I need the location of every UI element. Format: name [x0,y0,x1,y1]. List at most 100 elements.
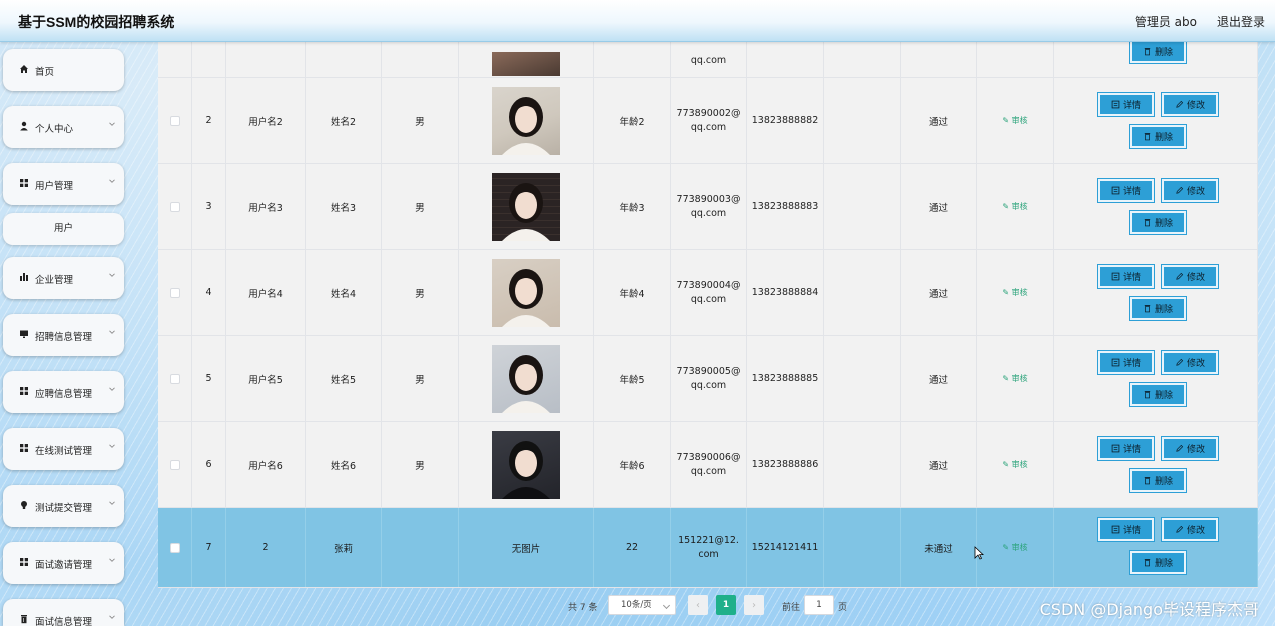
detail-label: 详情 [1122,445,1141,455]
table-row[interactable]: 3 用户名3 姓名3 男 年龄3 773890003@qq.com 13823888883 通… [158,164,1258,250]
pencil-icon: ✎ [1002,374,1012,383]
empty-cell [824,422,901,507]
sidebar-item-3[interactable]: 企业管理 [3,257,124,299]
phone-text: 13823888884 [751,287,819,298]
sidebar-item-0[interactable]: 首页 [3,49,124,91]
sidebar-item-9[interactable]: 面试信息管理 [3,599,124,626]
pencil-icon: ✎ [1002,202,1012,211]
trash-icon [19,614,29,624]
username-text: 2 [262,542,269,553]
gender-cell: 男 [382,164,459,249]
detail-button[interactable]: 详情 [1097,264,1155,289]
edit-button[interactable]: 修改 [1161,178,1219,203]
username-cell: 用户名5 [226,336,306,421]
page-size-select[interactable]: 10条/页 [608,595,676,615]
delete-button[interactable]: 删除 [1129,382,1187,407]
sidebar-item-6[interactable]: 在线测试管理 [3,428,124,470]
audit-link[interactable]: ✎ 审核 [1002,459,1027,470]
table-row[interactable]: 2 用户名2 姓名2 男 年龄2 773890002@qq.com 13823888882 通… [158,78,1258,164]
sidebar-item-label: 用户管理 [35,181,74,192]
goto-page-input[interactable]: 1 [804,595,834,615]
audit-link[interactable]: ✎ 审核 [1002,373,1027,384]
gender-text: 男 [415,460,425,472]
age-cell: 年龄4 [594,250,671,335]
sidebar-item-1[interactable]: 个人中心 [3,106,124,148]
actions-cell: 详情 修改删除 [1054,508,1258,587]
pencil-icon [1176,100,1184,108]
audit-link[interactable]: ✎ 审核 [1002,115,1027,126]
row-checkbox[interactable] [169,115,180,126]
row-checkbox[interactable] [169,459,180,470]
user-photo [492,86,560,155]
delete-label: 删除 [1154,48,1173,58]
prev-page-button[interactable]: ‹ [688,595,708,615]
table-cell [977,42,1054,77]
age-text: 22 [625,542,639,553]
delete-button[interactable]: 删除 [1129,468,1187,493]
pencil-icon: ✎ [1002,543,1012,552]
next-page-button[interactable]: › [744,595,764,615]
delete-button[interactable]: 删除 [1129,210,1187,235]
edit-label: 修改 [1186,187,1205,197]
audit-link[interactable]: ✎ 审核 [1002,201,1027,212]
row-checkbox[interactable] [169,287,180,298]
username-text: 用户名2 [248,116,283,128]
sidebar-item-5[interactable]: 应聘信息管理 [3,371,124,413]
sidebar: 首页 个人中心 用户管理 企业管理 招聘信息管理 应聘信息管理 在线测试管理 测试提交管理 面试… [0,42,130,626]
user-photo [492,172,560,241]
edit-label: 修改 [1186,445,1205,455]
detail-button[interactable]: 详情 [1097,178,1155,203]
document-icon [1111,272,1120,281]
row-actions: 详情 修改删除 [1054,422,1257,507]
edit-button[interactable]: 修改 [1161,436,1219,461]
detail-button[interactable]: 详情 [1097,350,1155,375]
pencil-icon: ✎ [1002,116,1012,125]
table-row[interactable]: 4 用户名4 姓名4 男 年龄4 773890004@qq.com 13823888884 通… [158,250,1258,336]
age-text: 年龄6 [619,460,645,472]
username-text: 用户名3 [248,202,283,214]
detail-button[interactable]: 详情 [1097,517,1155,542]
audit-label: 审核 [1011,543,1028,552]
goto-label: 前往 [782,603,801,613]
delete-button[interactable]: 删除 [1129,296,1187,321]
audit-link[interactable]: ✎ 审核 [1002,542,1027,553]
chevron-down-icon [108,556,116,564]
sidebar-item-7[interactable]: 测试提交管理 [3,485,124,527]
sidebar-item-2[interactable]: 用户管理 [3,163,124,205]
page-number-current[interactable]: 1 [716,595,736,615]
detail-button[interactable]: 详情 [1097,436,1155,461]
sidebar-subitem-users[interactable]: 用户 [3,213,124,245]
age-cell: 年龄5 [594,336,671,421]
edit-button[interactable]: 修改 [1161,92,1219,117]
grid-icon [19,557,29,567]
chevron-down-icon [108,328,116,336]
row-checkbox[interactable] [169,542,180,553]
age-cell: 22 [594,508,671,587]
index-cell: 2 [192,78,226,163]
pencil-icon [1176,358,1184,366]
sidebar-item-4[interactable]: 招聘信息管理 [3,314,124,356]
sidebar-item-8[interactable]: 面试邀请管理 [3,542,124,584]
chevron-down-icon [108,613,116,621]
logout-link[interactable]: 退出登录 [1217,13,1265,30]
table-cell [226,42,306,77]
name-text: 姓名3 [330,202,357,214]
sidebar-item-label: 招聘信息管理 [35,332,93,343]
delete-button[interactable]: 删除 [1129,42,1187,64]
row-checkbox[interactable] [169,373,180,384]
edit-button[interactable]: 修改 [1161,517,1219,542]
pencil-icon [1176,272,1184,280]
status-cell: 通过 [901,164,977,249]
delete-button[interactable]: 删除 [1129,550,1187,575]
table-row[interactable]: 7 2 张莉 无图片 22 151221@12.com 15214121411 未通过 ✎ 审核… [158,508,1258,588]
edit-button[interactable]: 修改 [1161,264,1219,289]
row-checkbox[interactable] [169,201,180,212]
edit-button[interactable]: 修改 [1161,350,1219,375]
audit-link[interactable]: ✎ 审核 [1002,287,1027,298]
table-row[interactable]: 6 用户名6 姓名6 男 年龄6 773890006@qq.com 13823888886 通… [158,422,1258,508]
email-cell: 773890006@qq.com [671,422,747,507]
detail-button[interactable]: 详情 [1097,92,1155,117]
empty-cell [824,164,901,249]
delete-button[interactable]: 删除 [1129,124,1187,149]
table-row[interactable]: 5 用户名5 姓名5 男 年龄5 773890005@qq.com 13823888885 通… [158,336,1258,422]
